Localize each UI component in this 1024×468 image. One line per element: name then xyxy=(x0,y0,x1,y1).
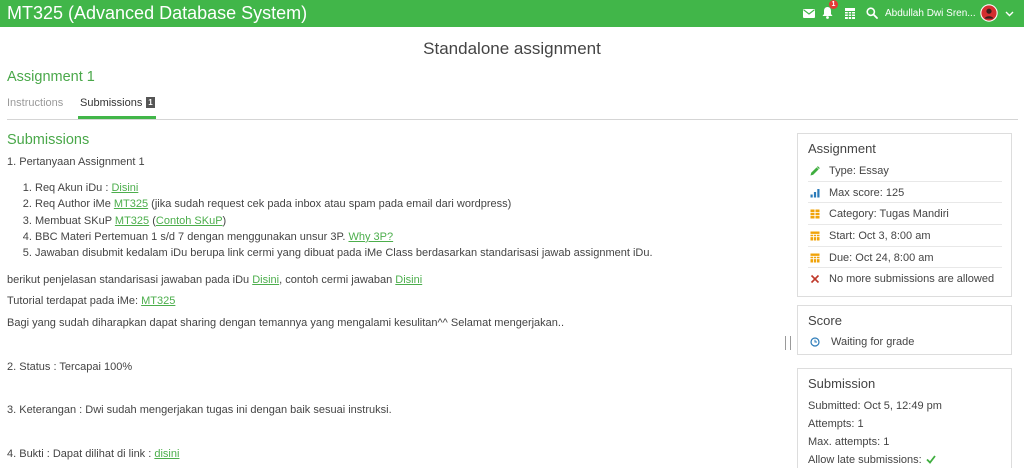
category: Category: Tugas Mandiri xyxy=(829,208,949,221)
avatar[interactable] xyxy=(980,4,998,22)
step-text: Jawaban disubmit kedalam iDu berupa link… xyxy=(35,247,653,260)
assignment-type: Type: Essay xyxy=(829,165,889,177)
check-icon xyxy=(926,455,936,464)
link-disini-example[interactable]: Disini xyxy=(395,274,422,286)
top-bar: MT325 (Advanced Database System) 1 Abdul… xyxy=(0,0,1024,27)
resize-handle[interactable] xyxy=(785,336,791,350)
bar-chart-icon xyxy=(810,188,820,198)
note-text: berikut penjelasan standarisasi jawaban … xyxy=(7,274,253,286)
status-line: 2. Status : Tercapai 100% xyxy=(7,361,133,373)
standard-note: berikut penjelasan standarisasi jawaban … xyxy=(7,272,422,288)
search-icon[interactable] xyxy=(866,7,878,19)
submission-limit: No more submissions are allowed xyxy=(829,273,995,286)
calendar-icon[interactable] xyxy=(845,8,855,19)
list-item: Req Author iMe MT325 (jika sudah request… xyxy=(35,196,653,212)
link-contoh-skup[interactable]: Contoh SKuP xyxy=(156,215,223,227)
clock-icon xyxy=(810,337,820,347)
step-text: Membuat SKuP xyxy=(35,214,115,227)
link-mt325[interactable]: MT325 xyxy=(114,198,148,210)
attempts: Attempts: 1 xyxy=(808,418,864,430)
grade-status: Waiting for grade xyxy=(831,336,915,348)
category-icon xyxy=(810,209,820,219)
grade-status-row: Waiting for grade xyxy=(808,334,998,350)
submitted-date: Submitted: Oct 5, 12:49 pm xyxy=(808,400,942,412)
assignment-type-row: Type: Essay xyxy=(808,160,1002,182)
late-submissions: Allow late submissions: xyxy=(808,453,936,467)
due-date: Due: Oct 24, 8:00 am xyxy=(829,251,934,264)
user-name[interactable]: Abdullah Dwi Sren... xyxy=(885,7,976,20)
link-mt325-tutorial[interactable]: MT325 xyxy=(141,295,175,307)
submission-limit-row: No more submissions are allowed xyxy=(808,268,1002,290)
max-score-row: Max score: 125 xyxy=(808,182,1002,204)
score-panel: Score Waiting for grade xyxy=(797,305,1012,355)
panel-title: Score xyxy=(808,313,842,328)
panel-title: Assignment xyxy=(808,141,876,156)
question-title: 1. Pertanyaan Assignment 1 xyxy=(7,156,145,168)
evidence-text: 4. Bukti : Dapat dilihat di link : xyxy=(7,448,155,460)
envelope-icon[interactable] xyxy=(803,9,815,18)
step-text: Req Author iMe xyxy=(35,198,114,211)
category-row: Category: Tugas Mandiri xyxy=(808,203,1002,226)
step-text-after: ) xyxy=(222,214,227,227)
notification-badge[interactable]: 1 xyxy=(829,0,838,9)
tutorial-note: Tutorial terdapat pada iMe: MT325 xyxy=(7,293,175,309)
calendar-icon xyxy=(810,231,820,241)
link-disini-evidence[interactable]: disini xyxy=(154,448,179,460)
submission-panel: Submission Submitted: Oct 5, 12:49 pm At… xyxy=(797,368,1012,468)
tutorial-text: Tutorial terdapat pada iMe: xyxy=(7,295,142,307)
chevron-down-icon[interactable] xyxy=(1005,11,1014,17)
list-item: Req Akun iDu : Disini xyxy=(35,180,653,196)
link-mt325[interactable]: MT325 xyxy=(115,215,149,227)
remarks-line: 3. Keterangan : Dwi sudah mengerjakan tu… xyxy=(7,404,392,416)
start-date: Start: Oct 3, 8:00 am xyxy=(829,230,931,243)
page-title: Standalone assignment xyxy=(423,39,601,58)
note-text-middle: , contoh cermi jawaban xyxy=(279,274,396,286)
closing-note: Bagi yang sudah diharapkan dapat sharing… xyxy=(7,317,565,329)
max-attempts: Max. attempts: 1 xyxy=(808,436,890,448)
calendar-icon xyxy=(810,253,820,263)
late-submissions-label: Allow late submissions: xyxy=(808,454,922,466)
link-why-3p[interactable]: Why 3P? xyxy=(349,231,394,243)
step-text: BBC Materi Pertemuan 1 s/d 7 dengan meng… xyxy=(35,230,349,243)
list-item: Jawaban disubmit kedalam iDu berupa link… xyxy=(35,245,653,261)
panel-title: Submission xyxy=(808,376,876,391)
pencil-icon xyxy=(810,166,820,176)
tab-instructions[interactable]: Instructions xyxy=(7,96,63,110)
assignment-panel: Assignment Type: Essay Max score: 125 Ca… xyxy=(797,133,1012,297)
course-title[interactable]: MT325 (Advanced Database System) xyxy=(7,2,307,25)
evidence-line: 4. Bukti : Dapat dilihat di link : disin… xyxy=(7,446,179,462)
list-item: BBC Materi Pertemuan 1 s/d 7 dengan meng… xyxy=(35,229,653,245)
link-disini-standard[interactable]: Disini xyxy=(252,274,279,286)
link-disini[interactable]: Disini xyxy=(111,182,138,194)
due-date-row: Due: Oct 24, 8:00 am xyxy=(808,247,1002,269)
assignment-title: Assignment 1 xyxy=(7,69,95,85)
close-icon xyxy=(810,274,820,284)
step-text: Req Akun iDu : xyxy=(35,182,112,194)
step-text-middle: ( xyxy=(149,214,156,227)
instruction-steps: Req Akun iDu : Disini Req Author iMe MT3… xyxy=(7,180,653,261)
tab-submissions[interactable]: Submissions xyxy=(80,96,142,110)
tabs-divider xyxy=(7,119,1018,120)
submissions-heading: Submissions xyxy=(7,132,90,148)
step-text-after: (jika sudah request cek pada inbox atau … xyxy=(148,198,512,211)
start-date-row: Start: Oct 3, 8:00 am xyxy=(808,225,1002,247)
list-item: Membuat SKuP MT325 (Contoh SKuP) xyxy=(35,213,653,229)
max-score: Max score: 125 xyxy=(829,186,905,199)
submissions-count-badge[interactable]: 1 xyxy=(146,97,155,108)
